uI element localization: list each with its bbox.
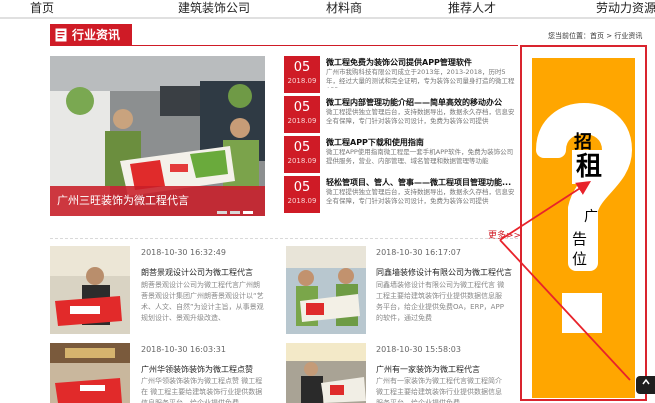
annotation-arrow xyxy=(499,181,631,381)
up-arrow-icon xyxy=(641,378,650,385)
scroll-top-button[interactable] xyxy=(636,376,655,394)
